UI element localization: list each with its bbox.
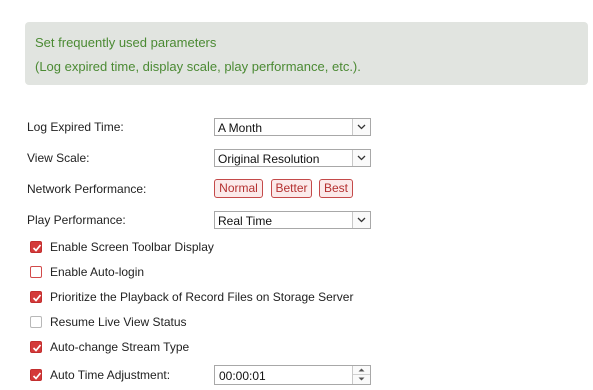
auto-time-value[interactable]: 00:00:01: [219, 369, 266, 383]
network-performance-label: Network Performance:: [27, 182, 147, 196]
info-line-2: (Log expired time, display scale, play p…: [35, 59, 361, 74]
auto-login-label: Enable Auto-login: [50, 265, 145, 279]
play-performance-select[interactable]: Real Time: [214, 211, 371, 229]
spin-up-icon[interactable]: [353, 366, 370, 375]
play-performance-value: Real Time: [218, 214, 273, 228]
prioritize-playback-label: Prioritize the Playback of Record Files …: [50, 290, 354, 304]
spin-down-icon[interactable]: [353, 375, 370, 384]
prioritize-playback-checkbox[interactable]: [30, 291, 42, 303]
log-expired-select[interactable]: A Month: [214, 118, 371, 136]
auto-time-adjustment-label: Auto Time Adjustment:: [50, 368, 171, 382]
info-line-1: Set frequently used parameters: [35, 35, 217, 50]
view-scale-select[interactable]: Original Resolution: [214, 149, 371, 167]
resume-live-view-label: Resume Live View Status: [50, 315, 187, 329]
resume-live-view-checkbox[interactable]: [30, 316, 42, 328]
network-best-button[interactable]: Best: [319, 179, 353, 198]
chevron-down-icon[interactable]: [352, 212, 370, 228]
chevron-down-icon[interactable]: [352, 119, 370, 135]
play-performance-label: Play Performance:: [27, 213, 126, 227]
auto-login-checkbox[interactable]: [30, 266, 42, 278]
auto-change-stream-label: Auto-change Stream Type: [50, 340, 190, 354]
time-spinner[interactable]: [352, 366, 370, 384]
network-better-button[interactable]: Better: [271, 179, 312, 198]
auto-change-stream-checkbox[interactable]: [30, 341, 42, 353]
view-scale-label: View Scale:: [27, 151, 90, 165]
view-scale-value: Original Resolution: [218, 152, 320, 166]
auto-time-adjustment-checkbox[interactable]: [30, 369, 42, 381]
log-expired-label: Log Expired Time:: [27, 120, 124, 134]
network-normal-button[interactable]: Normal: [214, 179, 263, 198]
enable-toolbar-label: Enable Screen Toolbar Display: [50, 240, 214, 254]
enable-toolbar-checkbox[interactable]: [30, 241, 42, 253]
chevron-down-icon[interactable]: [352, 150, 370, 166]
auto-time-input[interactable]: 00:00:01: [214, 365, 371, 385]
info-panel: Set frequently used parameters (Log expi…: [25, 22, 588, 85]
log-expired-value: A Month: [218, 121, 263, 135]
